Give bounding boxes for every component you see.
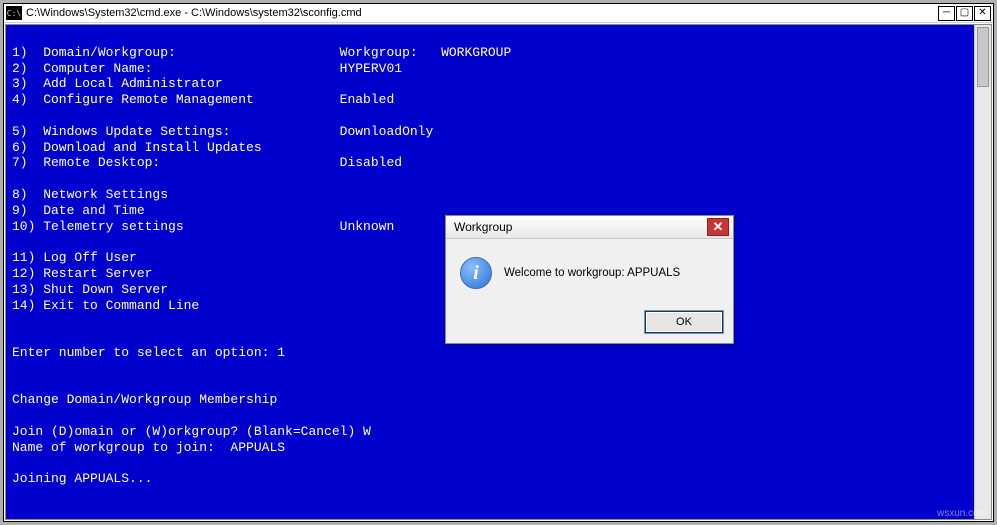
dialog-title: Workgroup <box>454 220 707 234</box>
window-title: C:\Windows\System32\cmd.exe - C:\Windows… <box>26 7 934 19</box>
vertical-scrollbar[interactable] <box>974 25 991 519</box>
close-button[interactable]: ✕ <box>974 6 991 21</box>
ok-button[interactable]: OK <box>645 311 723 333</box>
titlebar[interactable]: C:\ C:\Windows\System32\cmd.exe - C:\Win… <box>4 4 993 23</box>
minimize-button[interactable]: ─ <box>938 6 955 21</box>
dialog-titlebar[interactable]: Workgroup ✕ <box>446 216 733 239</box>
dialog-message: Welcome to workgroup: APPUALS <box>504 267 680 279</box>
scrollbar-thumb[interactable] <box>977 27 989 87</box>
info-icon: i <box>460 257 492 289</box>
watermark: wsxun.com <box>937 508 987 519</box>
workgroup-dialog: Workgroup ✕ i Welcome to workgroup: APPU… <box>445 215 734 344</box>
cmd-icon: C:\ <box>6 6 22 20</box>
maximize-button[interactable]: ▢ <box>956 6 973 21</box>
dialog-close-button[interactable]: ✕ <box>707 218 729 236</box>
